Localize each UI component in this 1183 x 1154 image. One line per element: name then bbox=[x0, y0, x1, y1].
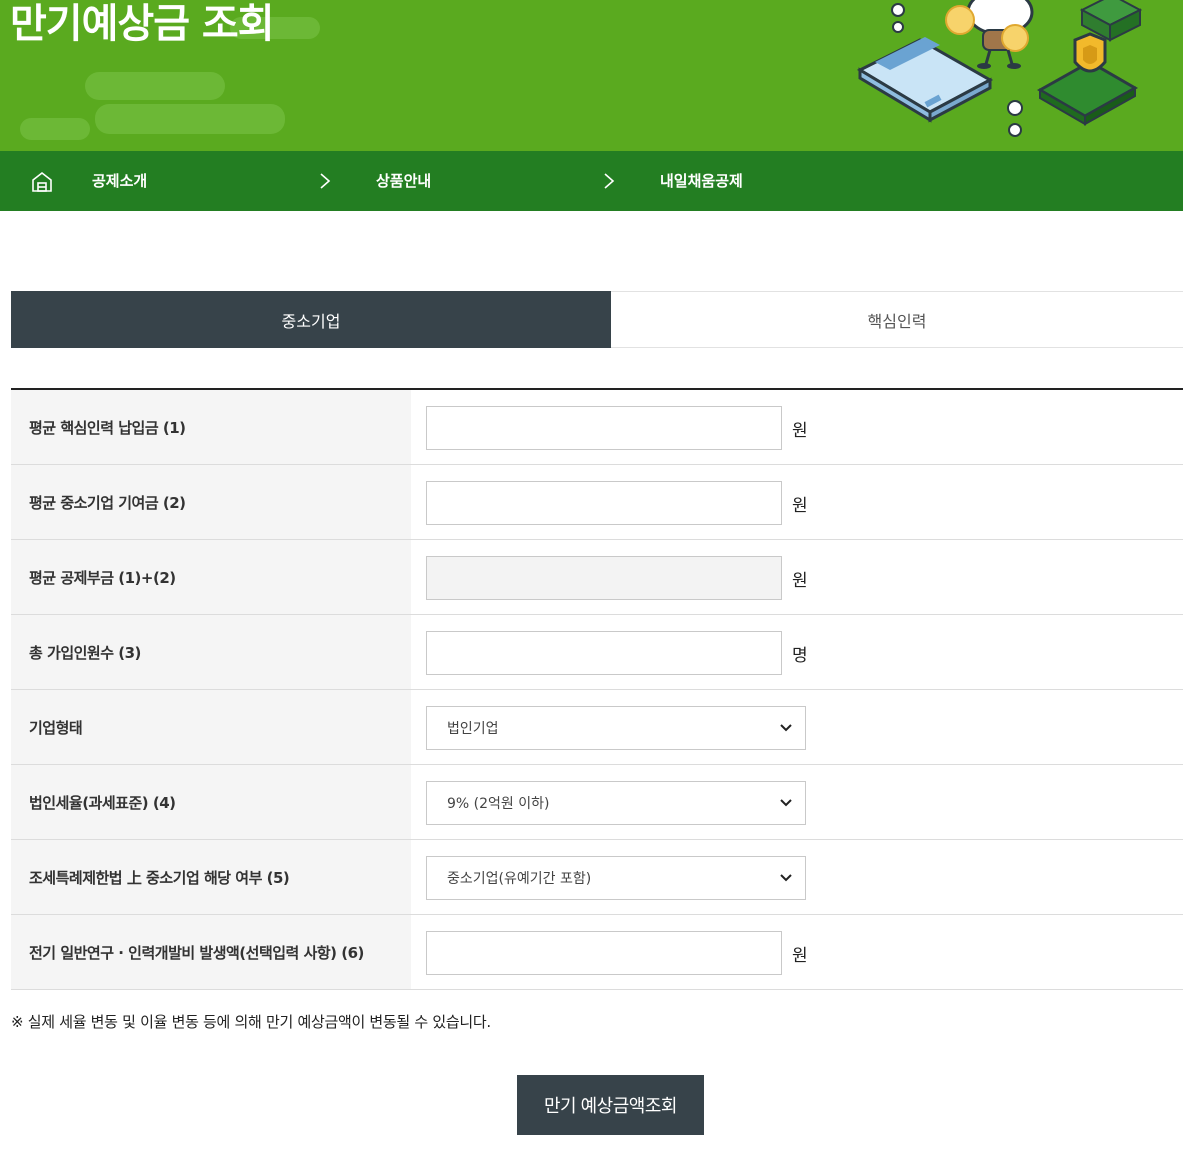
form-row-corporate-tax-rate: 법인세율(과세표준) (4) 9% (2억원 이하) bbox=[11, 765, 1183, 840]
field-label: 기업형태 bbox=[11, 690, 411, 764]
breadcrumb-item-공제소개[interactable]: 공제소개 bbox=[92, 170, 147, 192]
page-title: 만기예상금 조회 bbox=[10, 1, 275, 47]
tab-sme[interactable]: 중소기업 bbox=[11, 291, 611, 348]
key-personnel-payment-input[interactable] bbox=[426, 406, 782, 450]
select-value: 9% (2억원 이하) bbox=[447, 796, 550, 812]
field-label: 총 가입인원수 (3) bbox=[11, 615, 411, 689]
shield-icon bbox=[1036, 32, 1139, 126]
field-label: 조세특례제한법 上 중소기업 해당 여부 (5) bbox=[11, 840, 411, 914]
field-label: 평균 공제부금 (1)+(2) bbox=[11, 540, 411, 614]
cloud-decoration bbox=[85, 72, 225, 100]
company-type-tabs: 중소기업 핵심인력 bbox=[11, 291, 1183, 348]
form-row-member-count: 총 가입인원수 (3) 명 bbox=[11, 615, 1183, 690]
unit-label: 원 bbox=[792, 496, 808, 516]
chevron-down-icon bbox=[780, 724, 792, 732]
form-row-key-personnel-payment: 평균 핵심인력 납입금 (1) 원 bbox=[11, 390, 1183, 465]
unit-label: 명 bbox=[792, 646, 808, 666]
field-label: 전기 일반연구 · 인력개발비 발생액(선택입력 사항) (6) bbox=[11, 915, 411, 989]
home-icon[interactable] bbox=[30, 170, 54, 194]
form-row-total-premium: 평균 공제부금 (1)+(2) 원 bbox=[11, 540, 1183, 615]
breadcrumb-item-내일채움공제[interactable]: 내일채움공제 bbox=[660, 170, 743, 192]
finance-illustration bbox=[856, 0, 1143, 137]
sme-status-select[interactable]: 중소기업(유예기간 포함) bbox=[426, 856, 806, 900]
chevron-right-icon bbox=[320, 173, 331, 189]
company-type-select[interactable]: 법인기업 bbox=[426, 706, 806, 750]
rnd-expense-input[interactable] bbox=[426, 931, 782, 975]
hero-banner: 만기예상금 조회 bbox=[0, 0, 1183, 151]
unit-label: 원 bbox=[792, 946, 808, 966]
field-label: 평균 중소기업 기여금 (2) bbox=[11, 465, 411, 539]
cloud-decoration bbox=[95, 104, 285, 134]
calculate-maturity-button[interactable]: 만기 예상금액조회 bbox=[517, 1075, 704, 1135]
member-count-input[interactable] bbox=[426, 631, 782, 675]
unit-label: 원 bbox=[792, 421, 808, 441]
disclaimer-notice: ※ 실제 세율 변동 및 이율 변동 등에 의해 만기 예상금액이 변동될 수 … bbox=[11, 1013, 491, 1031]
chevron-down-icon bbox=[780, 799, 792, 807]
tab-key-personnel[interactable]: 핵심인력 bbox=[611, 291, 1183, 348]
select-value: 법인기업 bbox=[447, 721, 499, 737]
breadcrumb: 공제소개 상품안내 내일채움공제 bbox=[0, 151, 1183, 211]
mascot-icon bbox=[945, 0, 1034, 69]
sme-contribution-input[interactable] bbox=[426, 481, 782, 525]
select-value: 중소기업(유예기간 포함) bbox=[447, 871, 592, 887]
total-premium-field bbox=[426, 556, 782, 600]
credit-card-icon bbox=[856, 37, 994, 123]
corporate-tax-rate-select[interactable]: 9% (2억원 이하) bbox=[426, 781, 806, 825]
field-label: 평균 핵심인력 납입금 (1) bbox=[11, 390, 411, 464]
chevron-right-icon bbox=[604, 173, 615, 189]
form-row-rnd-expense: 전기 일반연구 · 인력개발비 발생액(선택입력 사항) (6) 원 bbox=[11, 915, 1183, 990]
breadcrumb-item-상품안내[interactable]: 상품안내 bbox=[376, 170, 431, 192]
cloud-decoration bbox=[20, 118, 90, 140]
form-row-sme-contribution: 평균 중소기업 기여금 (2) 원 bbox=[11, 465, 1183, 540]
unit-label: 원 bbox=[792, 571, 808, 591]
field-label: 법인세율(과세표준) (4) bbox=[11, 765, 411, 839]
form-row-company-type: 기업형태 법인기업 bbox=[11, 690, 1183, 765]
calc-form: 평균 핵심인력 납입금 (1) 원 평균 중소기업 기여금 (2) 원 평균 공… bbox=[11, 388, 1183, 990]
chevron-down-icon bbox=[780, 874, 792, 882]
form-row-sme-status: 조세특례제한법 上 중소기업 해당 여부 (5) 중소기업(유예기간 포함) bbox=[11, 840, 1183, 915]
